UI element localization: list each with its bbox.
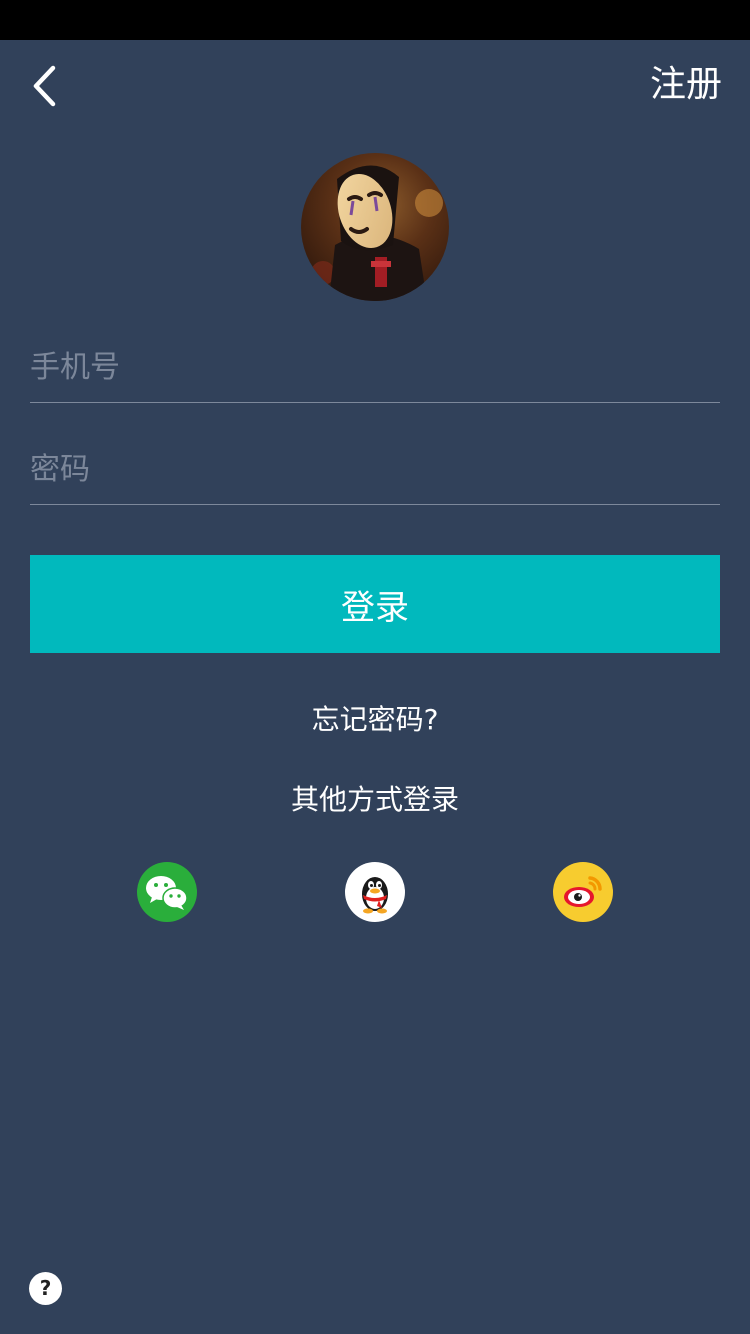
wechat-icon [146, 876, 188, 910]
weibo-icon [564, 876, 602, 907]
other-login-label: 其他方式登录 [290, 783, 459, 816]
password-field [30, 435, 720, 505]
help-button[interactable]: ? [29, 1272, 62, 1305]
wechat-login-button[interactable] [137, 862, 197, 922]
register-button[interactable]: 注册 [650, 62, 722, 108]
status-bar [0, 0, 750, 40]
forgot-password-link[interactable]: 忘记密码? [0, 700, 750, 740]
password-input[interactable] [30, 435, 720, 503]
avatar [301, 153, 449, 301]
qq-login-button[interactable] [345, 862, 405, 922]
phone-input[interactable] [30, 333, 720, 401]
weibo-login-button[interactable] [553, 862, 613, 922]
login-button[interactable]: 登录 [30, 555, 720, 653]
qq-icon [362, 877, 388, 914]
phone-field [30, 333, 720, 403]
back-button[interactable] [22, 58, 66, 114]
chevron-left-icon [33, 65, 56, 107]
